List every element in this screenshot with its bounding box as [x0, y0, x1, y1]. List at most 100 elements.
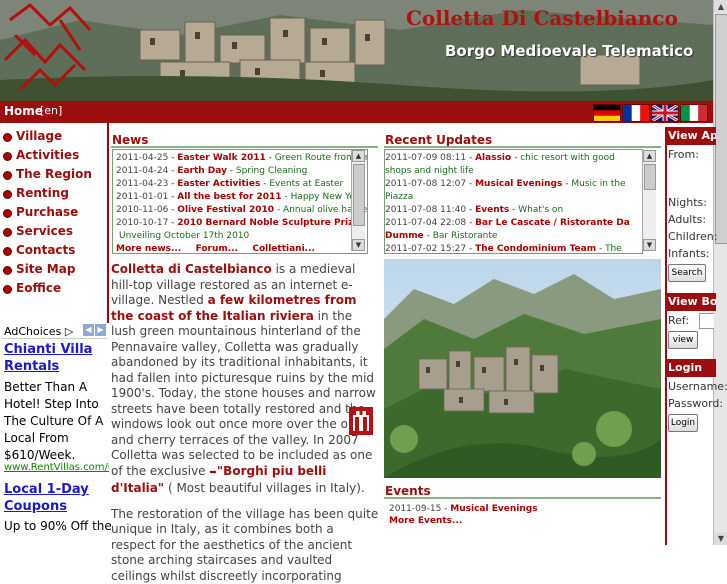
ad-1-line: The Culture Of A: [4, 413, 103, 430]
updates-title: Recent Updates: [385, 133, 492, 147]
it-flag-icon[interactable]: [680, 104, 708, 122]
ad-2-line: Up to 90% Off the: [4, 518, 112, 535]
scroll-up-icon[interactable]: ▲: [714, 0, 727, 13]
booking-title: View Booking: [665, 293, 716, 311]
ad-1-url[interactable]: www.RentVillas.com/C...: [4, 462, 109, 473]
intro-article: Colletta di Castelbianco is a medieval h…: [111, 262, 379, 584]
update-item[interactable]: 2011-07-08 11:40 - Events - What's on: [385, 204, 637, 217]
restoration-paragraph: The restoration of the village has been …: [111, 507, 379, 584]
intro-paragraph: Colletta di Castelbianco is a medieval h…: [111, 262, 379, 497]
scrollbar-thumb[interactable]: [715, 14, 727, 244]
login-title: Login: [665, 359, 716, 377]
forum-link[interactable]: Forum...: [196, 244, 238, 254]
bullet-icon: [3, 228, 12, 237]
infants-label: Infants:: [668, 247, 710, 260]
menu-item-renting[interactable]: Renting: [0, 185, 108, 204]
ad-prev-icon[interactable]: ◀: [83, 324, 94, 336]
events-underline: [384, 497, 661, 499]
link-arrow-icon: ➥: [209, 468, 217, 478]
view-button[interactable]: view: [668, 331, 698, 349]
menu-item-village[interactable]: Village: [0, 128, 108, 147]
news-item[interactable]: 2010-11-06 - Olive Festival 2010 - Annua…: [113, 204, 367, 217]
de-flag-icon[interactable]: [593, 104, 621, 122]
username-label: Username:: [668, 380, 727, 393]
menu-item-contacts[interactable]: Contacts: [0, 242, 108, 261]
news-underline: [111, 146, 378, 148]
news-scrollbar[interactable]: ▲ ▼: [351, 150, 365, 251]
ad-2-title-2[interactable]: Coupons: [4, 499, 67, 514]
update-item[interactable]: 2011-07-08 12:07 - Musical Evenings - Mu…: [385, 178, 637, 204]
news-item[interactable]: 2011-01-01 - All the best for 2011 - Hap…: [113, 191, 367, 204]
from-label: From:: [668, 148, 699, 161]
bullet-icon: [3, 285, 12, 294]
uk-flag-icon[interactable]: [651, 104, 679, 122]
update-item[interactable]: 2011-07-04 22:08 - Bar Le Cascate / Rist…: [385, 217, 637, 243]
bullet-icon: [3, 171, 12, 180]
search-button[interactable]: Search: [668, 264, 706, 282]
event-item[interactable]: 2011-09-15 - Musical Evenings: [389, 503, 538, 516]
ad-next-icon[interactable]: ▶: [95, 324, 106, 336]
left-column-border: [107, 123, 109, 323]
ad-choices-icon: ▷: [65, 325, 73, 338]
news-title: News: [112, 133, 148, 147]
updates-list[interactable]: 2011-07-09 08:11 - Alassio - chic resort…: [384, 149, 643, 254]
news-item[interactable]: 2011-04-25 - Easter Walk 2011 - Green Ro…: [113, 150, 367, 165]
news-item[interactable]: 2011-04-23 - Easter Activities - Events …: [113, 178, 367, 191]
scroll-up-icon[interactable]: ▲: [352, 150, 365, 162]
menu-item-site-map[interactable]: Site Map: [0, 261, 108, 280]
update-item[interactable]: 2011-07-02 15:27 - The Condominium Team …: [385, 243, 637, 254]
ad-2-title-1[interactable]: Local 1-Day: [4, 482, 89, 497]
events-title: Events: [385, 484, 431, 498]
scroll-down-icon[interactable]: ▼: [714, 532, 727, 545]
bullet-icon: [3, 209, 12, 218]
ad-choices-label[interactable]: AdChoices ▷: [4, 325, 73, 338]
site-logo[interactable]: [0, 0, 100, 100]
page-scrollbar[interactable]: ▲ ▼: [713, 0, 727, 545]
menu-item-purchase[interactable]: Purchase: [0, 204, 108, 223]
menu-item-the-region[interactable]: The Region: [0, 166, 108, 185]
more-events-link[interactable]: More Events...: [389, 516, 462, 526]
scrollbar-thumb[interactable]: [353, 164, 365, 226]
site-title: Colletta Di Castelbianco: [406, 6, 678, 30]
village-name: Colletta di Castelbianco: [111, 262, 272, 276]
bullet-icon: [3, 190, 12, 199]
bullet-icon: [3, 266, 12, 275]
borghi-logo-icon[interactable]: [347, 405, 375, 437]
bullet-icon: [3, 133, 12, 142]
language-indicator: [en]: [40, 104, 62, 117]
collettiani-link[interactable]: Collettiani...: [252, 244, 315, 254]
menu-item-eoffice[interactable]: Eoffice: [0, 280, 108, 299]
village-photo: [384, 259, 661, 478]
menu-item-activities[interactable]: Activities: [0, 147, 108, 166]
news-item[interactable]: 2011-04-24 - Earth Day - Spring Cleaning: [113, 165, 367, 178]
scroll-down-icon[interactable]: ▼: [352, 239, 365, 251]
header-banner: Colletta Di Castelbianco Borgo Medioeval…: [0, 0, 713, 101]
news-links: More news... Forum... Collettiani...: [113, 243, 367, 254]
news-item-desc: Unveiling October 17th 2010: [113, 230, 367, 243]
ad-1-line: Better Than A: [4, 379, 87, 396]
fr-flag-icon[interactable]: [622, 104, 650, 122]
scrollbar-thumb[interactable]: [644, 164, 656, 190]
ad-1-line: Local From: [4, 430, 69, 447]
ref-input[interactable]: [699, 313, 714, 329]
adults-label: Adults:: [668, 213, 706, 226]
news-item[interactable]: 2010-10-17 - 2010 Bernard Noble Sculptur…: [113, 217, 367, 230]
news-list[interactable]: 2011-04-25 - Easter Walk 2011 - Green Ro…: [112, 149, 368, 254]
availability-title: View Apartments: [665, 127, 716, 145]
ref-label: Ref:: [668, 314, 689, 327]
ad-1-title-1[interactable]: Chianti Villa: [4, 342, 92, 357]
menu-item-services[interactable]: Services: [0, 223, 108, 242]
nights-label: Nights:: [668, 196, 707, 209]
scroll-up-icon[interactable]: ▲: [643, 150, 656, 162]
login-button[interactable]: Login: [668, 414, 698, 432]
ad-1-title-2[interactable]: Rentals: [4, 359, 59, 374]
nav-home-link[interactable]: Home: [4, 104, 43, 118]
site-subtitle: Borgo Medioevale Telematico: [445, 42, 693, 60]
update-item[interactable]: 2011-07-09 08:11 - Alassio - chic resort…: [385, 150, 637, 178]
scroll-down-icon[interactable]: ▼: [643, 239, 656, 251]
right-column-border: [665, 127, 667, 545]
more-news-link[interactable]: More news...: [116, 244, 181, 254]
ad-divider: [2, 338, 107, 339]
updates-scrollbar[interactable]: ▲ ▼: [642, 150, 656, 251]
password-label: Password:: [668, 397, 723, 410]
